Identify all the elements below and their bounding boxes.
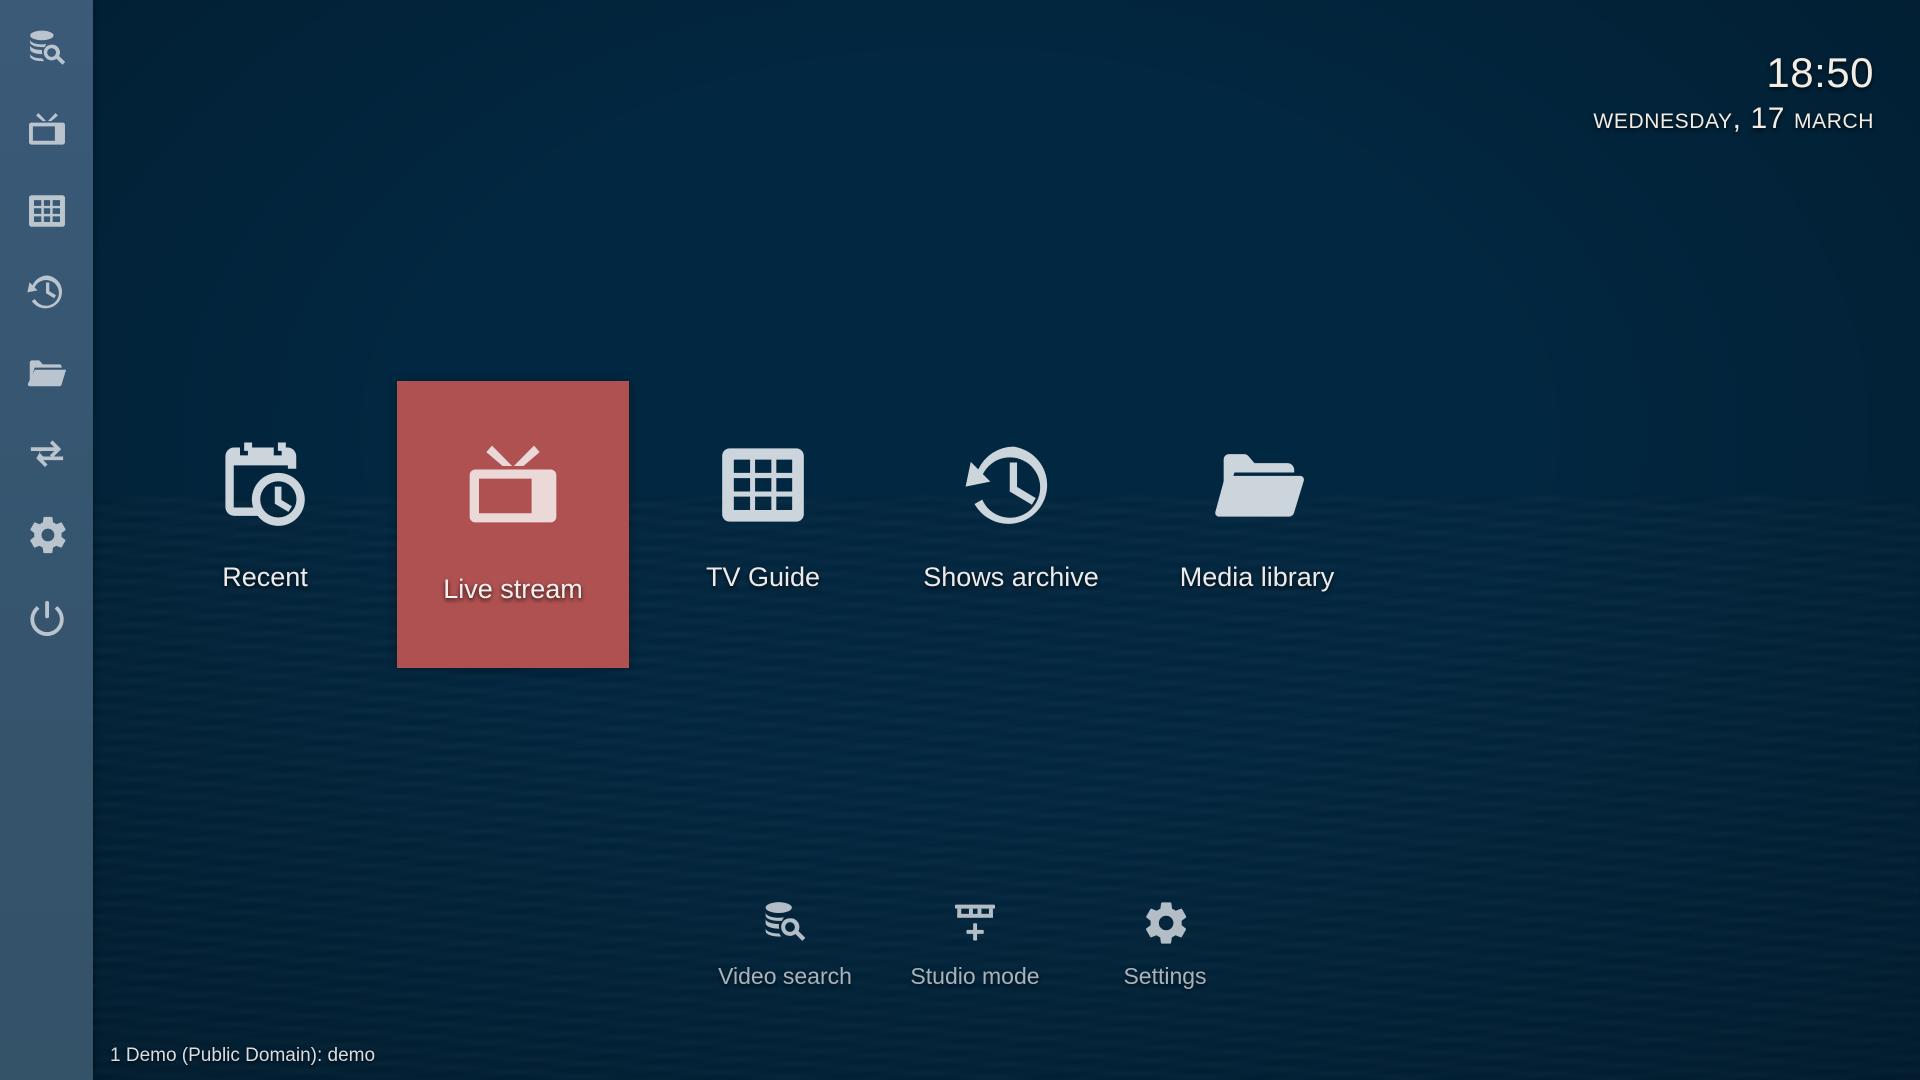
secondary-menu-item-video-search[interactable]: Video search <box>690 895 880 989</box>
sidebar-item-settings[interactable] <box>0 506 93 564</box>
tv-icon <box>25 109 69 153</box>
secondary-menu-item-label: Video search <box>718 963 852 989</box>
calendar-clock-icon <box>215 433 315 537</box>
secondary-menu-item-label: Settings <box>1123 963 1207 989</box>
sidebar-item-power[interactable] <box>0 590 93 648</box>
sidebar-item-studio-mode[interactable] <box>0 425 93 483</box>
sidebar-item-shows-archive[interactable] <box>0 263 93 321</box>
main-menu-item-live-stream[interactable]: Live stream <box>397 381 629 668</box>
secondary-menu: Video search Studio mode Settings <box>690 895 1260 989</box>
main-menu-item-label: Recent <box>222 562 308 592</box>
gear-icon <box>1140 895 1190 951</box>
database-search-icon <box>760 895 810 951</box>
main-menu-item-label: TV Guide <box>705 562 821 592</box>
home-screen: 18:50 Wednesday, 17 March Recent <box>0 0 1920 1080</box>
sidebar-item-live-stream[interactable] <box>0 102 93 160</box>
status-bar-text: 1 Demo (Public Domain): demo <box>110 1045 376 1066</box>
main-menu: Recent Live stream TV Guide Shows archiv… <box>93 381 1920 681</box>
secondary-menu-item-studio-mode[interactable]: Studio mode <box>880 895 1070 989</box>
main-menu-item-shows-archive[interactable]: Shows archive <box>895 381 1127 681</box>
secondary-menu-item-settings[interactable]: Settings <box>1070 895 1260 989</box>
gear-icon <box>25 513 69 557</box>
main-menu-item-media-library[interactable]: Media library <box>1141 381 1373 681</box>
folder-icon <box>25 351 69 395</box>
database-search-icon <box>25 27 69 71</box>
main-menu-item-recent[interactable]: Recent <box>149 381 381 681</box>
sidebar-item-media-library[interactable] <box>0 344 93 402</box>
main-menu-item-label: Shows archive <box>923 562 1099 592</box>
grid-plus-icon <box>950 895 1000 951</box>
sidebar-item-tv-guide[interactable] <box>0 182 93 240</box>
grid-icon <box>25 189 69 233</box>
clock-date: Wednesday, 17 March <box>1593 102 1874 135</box>
power-icon <box>25 597 69 641</box>
secondary-menu-item-label: Studio mode <box>910 963 1040 989</box>
sidebar-item-video-search[interactable] <box>0 20 93 78</box>
folder-icon <box>1207 433 1307 537</box>
clock-time: 18:50 <box>1766 49 1874 96</box>
main-menu-item-label: Media library <box>1179 562 1335 592</box>
main-menu-item-tv-guide[interactable]: TV Guide <box>647 381 879 681</box>
main-menu-item-label: Live stream <box>443 574 583 604</box>
history-clock-icon <box>25 270 69 314</box>
history-clock-icon <box>961 433 1061 537</box>
sidebar <box>0 0 93 1080</box>
clock-widget: 18:50 Wednesday, 17 March <box>1593 50 1874 136</box>
grid-icon <box>713 433 813 537</box>
tv-icon <box>461 437 565 541</box>
swap-arrows-icon <box>25 432 69 476</box>
